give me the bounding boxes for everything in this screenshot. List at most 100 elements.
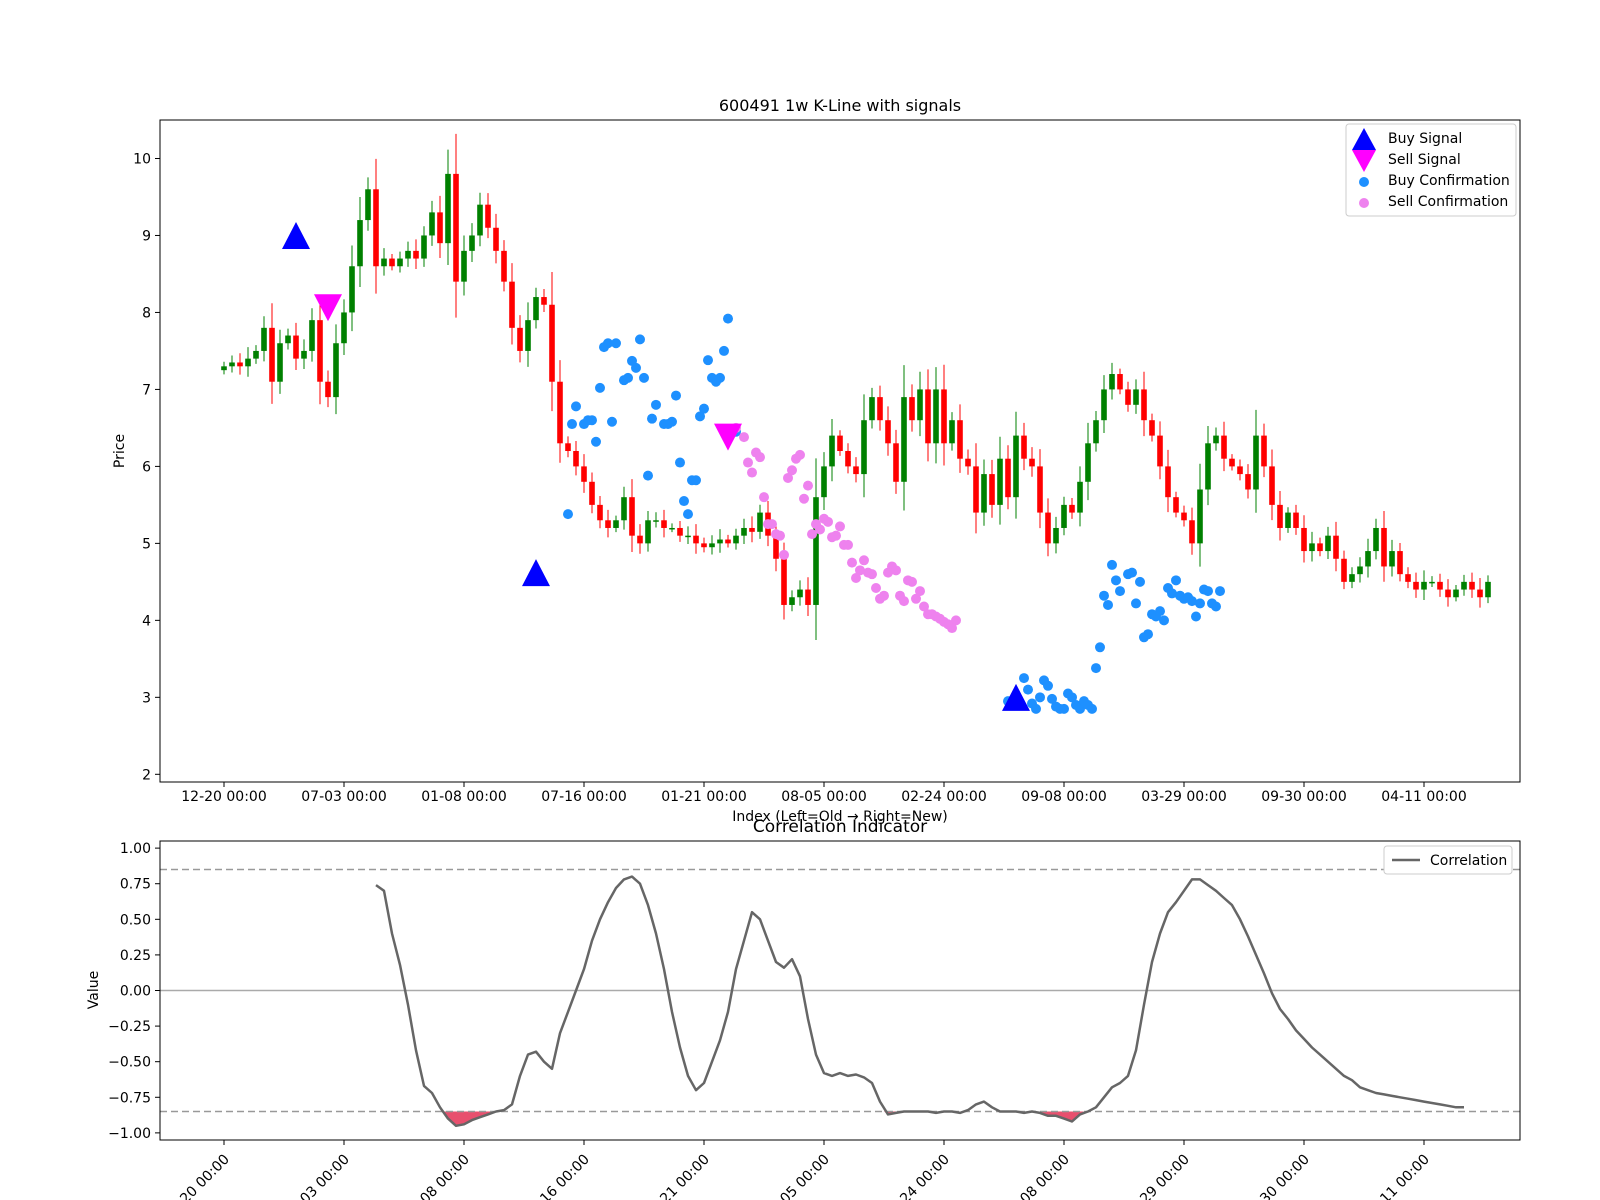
candle-body — [813, 497, 819, 605]
candle-body — [1309, 543, 1315, 552]
correlation-title: Correlation Indicator — [753, 817, 927, 837]
buy-confirmation-point — [1043, 680, 1053, 691]
kline-x-tick-label: 01-21 00:00 — [661, 789, 746, 805]
candle-body — [693, 535, 699, 544]
buy-confirmation-point — [699, 403, 709, 414]
candle-body — [685, 535, 691, 538]
sell-confirmation-point — [799, 493, 809, 504]
candle-body — [317, 320, 323, 382]
candle-body — [469, 235, 475, 251]
candle-body — [453, 173, 459, 282]
candle-body — [221, 366, 227, 371]
candle-body — [1301, 527, 1307, 552]
candle-body — [701, 543, 707, 548]
buy-confirmation-point — [683, 509, 693, 520]
buy-confirmation-point — [667, 416, 677, 427]
candle-body — [493, 227, 499, 251]
correlation-y-tick-label: 0.75 — [120, 877, 151, 893]
candle-body — [981, 474, 987, 513]
candle-body — [653, 520, 659, 522]
candle-body — [629, 497, 635, 536]
sell-confirmation-point — [779, 549, 789, 560]
kline-x-tick-label: 09-08 00:00 — [1021, 789, 1106, 805]
candle-body — [277, 343, 283, 382]
candle-body — [821, 466, 827, 498]
candle-body — [733, 535, 739, 544]
candle-body — [645, 520, 651, 544]
candle-body — [477, 204, 483, 236]
candle-body — [437, 212, 443, 244]
candle-body — [1077, 481, 1083, 513]
sell-confirmation-point — [843, 539, 853, 550]
candle-body — [1381, 527, 1387, 567]
candle-body — [1373, 527, 1379, 552]
sell-confirmation-point — [787, 465, 797, 476]
candle-body — [405, 250, 411, 259]
buy-confirmation-point — [635, 334, 645, 345]
buy-confirmation-point — [631, 362, 641, 373]
candle-body — [573, 451, 579, 467]
legend-sell-confirmation-marker — [1359, 198, 1369, 208]
candle-body — [1021, 435, 1027, 459]
candle-body — [1461, 581, 1467, 590]
candle-body — [605, 520, 611, 528]
kline-x-tick-label: 07-16 00:00 — [541, 789, 626, 805]
sell-confirmation-point — [899, 596, 909, 607]
candle-body — [1101, 389, 1107, 421]
candle-body — [893, 443, 899, 482]
correlation-y-tick-label: −1.00 — [108, 1126, 151, 1142]
candle-body — [1477, 589, 1483, 598]
buy-confirmation-point — [643, 470, 653, 481]
legend-buy-confirmation-label: Buy Confirmation — [1388, 173, 1510, 189]
candle-body — [901, 397, 907, 482]
candle-body — [1333, 535, 1339, 559]
sell-confirmation-point — [867, 569, 877, 580]
candle-body — [365, 189, 371, 221]
buy-confirmation-point — [703, 355, 713, 366]
candle-body — [533, 297, 539, 321]
candle-body — [741, 527, 747, 536]
legend-sell-confirmation-label: Sell Confirmation — [1388, 194, 1508, 210]
sell-confirmation-point — [743, 457, 753, 468]
candle-body — [269, 327, 275, 382]
sell-confirmation-point — [759, 492, 769, 503]
candle-body — [997, 458, 1003, 505]
candle-body — [1405, 574, 1411, 582]
candle-body — [1037, 466, 1043, 513]
buy-confirmation-point — [591, 436, 601, 447]
kline-x-tick-label: 01-08 00:00 — [421, 789, 506, 805]
sell-confirmation-point — [891, 565, 901, 576]
buy-confirmation-point — [1103, 599, 1113, 610]
kline-y-tick-label: 9 — [142, 228, 151, 244]
kline-legend[interactable]: Buy Signal Sell Signal Buy Confirmation … — [1345, 123, 1517, 217]
candle-body — [1205, 443, 1211, 490]
buy-confirmation-point — [647, 413, 657, 424]
legend-buy-confirmation-marker — [1359, 177, 1369, 187]
candle-body — [1413, 581, 1419, 590]
candle-body — [853, 466, 859, 475]
candle-body — [637, 535, 643, 544]
buy-confirmation-point — [1099, 590, 1109, 601]
kline-x-tick-label: 12-20 00:00 — [181, 789, 266, 805]
candle-body — [413, 250, 419, 259]
candle-body — [1229, 458, 1235, 467]
candle-body — [725, 539, 731, 544]
sell-confirmation-point — [795, 449, 805, 460]
buy-confirmation-point — [671, 390, 681, 401]
buy-confirmation-point — [1031, 703, 1041, 714]
buy-confirmation-point — [1215, 586, 1225, 597]
candle-body — [917, 389, 923, 421]
candle-body — [909, 397, 915, 421]
candle-body — [1117, 374, 1123, 390]
candle-body — [1485, 581, 1491, 598]
buy-confirmation-point — [691, 475, 701, 486]
candle-body — [597, 504, 603, 521]
buy-confirmation-point — [1135, 576, 1145, 587]
kline-y-tick-label: 7 — [142, 382, 151, 398]
candle-body — [749, 527, 755, 532]
candle-body — [1181, 512, 1187, 521]
candle-body — [837, 435, 843, 451]
correlation-legend[interactable]: Correlation — [1383, 845, 1513, 875]
sell-confirmation-point — [767, 519, 777, 530]
candle-body — [1365, 551, 1371, 567]
